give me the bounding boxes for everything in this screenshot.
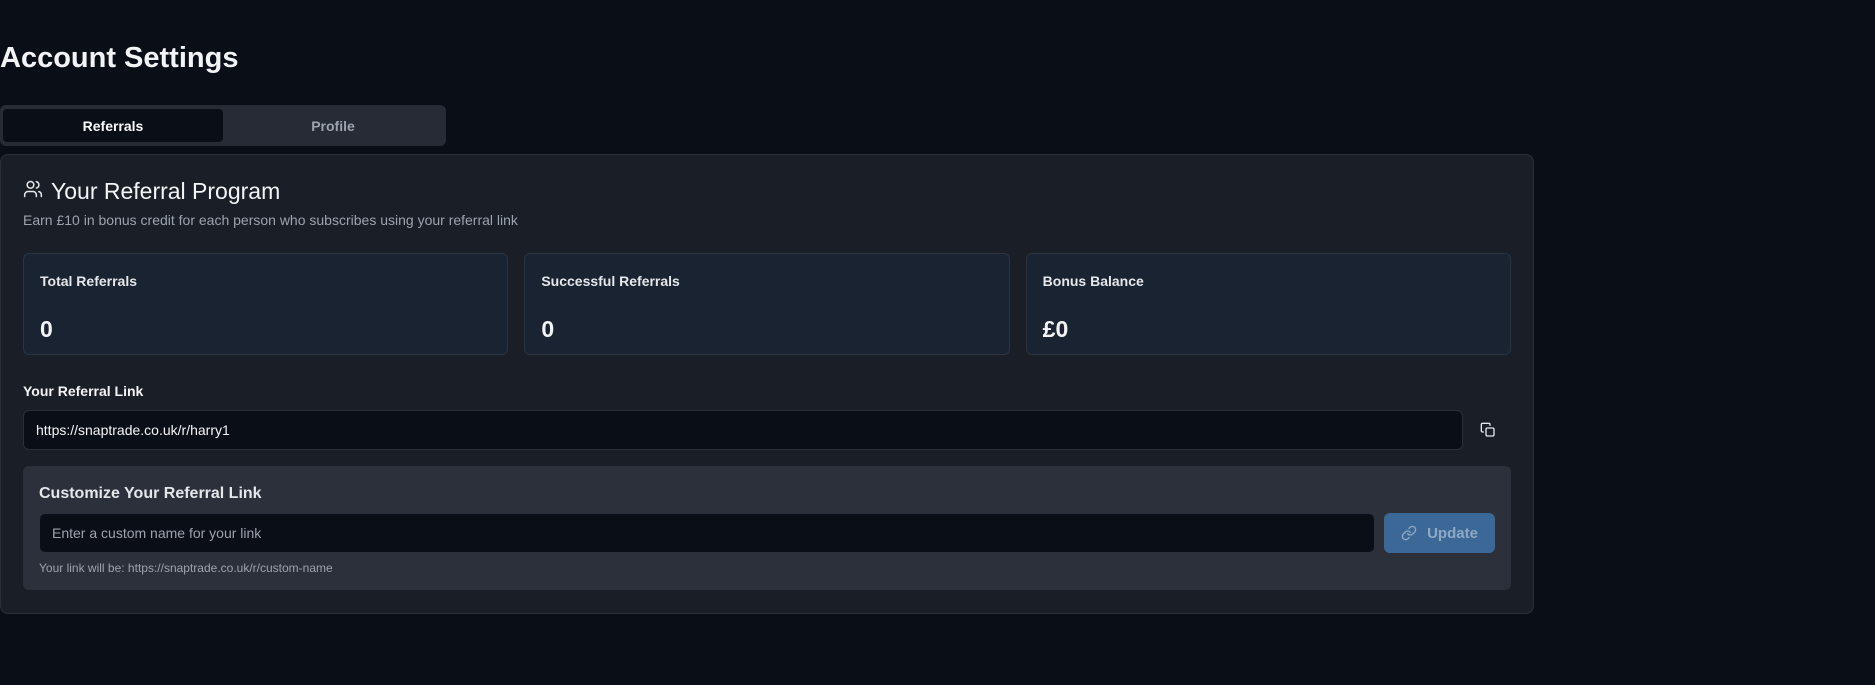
users-icon: [23, 179, 43, 204]
stat-label: Bonus Balance: [1042, 273, 1144, 289]
copy-icon: [1480, 422, 1496, 438]
stat-label: Successful Referrals: [541, 273, 680, 289]
stat-value: 0: [40, 316, 53, 342]
customize-title: Customize Your Referral Link: [39, 485, 262, 502]
referral-link-field[interactable]: https://snaptrade.co.uk/r/harry1: [23, 410, 1463, 450]
custom-name-input[interactable]: [39, 513, 1375, 553]
stat-successful-referrals: Successful Referrals 0: [524, 253, 1010, 355]
stat-value: £0: [1042, 316, 1069, 342]
copy-link-button[interactable]: [1471, 413, 1505, 447]
card-title: Your Referral Program: [51, 178, 281, 204]
settings-tabs: Referrals Profile: [0, 105, 446, 146]
tab-referrals[interactable]: Referrals: [3, 109, 223, 142]
referral-stats: Total Referrals 0 Successful Referrals 0…: [23, 253, 1511, 355]
customize-link-section: Customize Your Referral Link Update Your…: [23, 466, 1511, 590]
referral-program-card: Your Referral Program Earn £10 in bonus …: [0, 154, 1534, 614]
update-button[interactable]: Update: [1384, 513, 1495, 553]
tab-profile[interactable]: Profile: [223, 109, 443, 142]
card-header: Your Referral Program: [23, 178, 280, 205]
stat-bonus-balance: Bonus Balance £0: [1025, 253, 1511, 355]
card-subtitle: Earn £10 in bonus credit for each person…: [23, 212, 518, 228]
link-icon: [1401, 525, 1417, 541]
stat-value: 0: [541, 316, 555, 342]
link-preview-hint: Your link will be: https://snaptrade.co.…: [39, 561, 333, 575]
referral-link-label: Your Referral Link: [23, 383, 144, 399]
page-title: Account Settings: [0, 42, 239, 74]
account-settings-page: Account Settings Referrals Profile Your …: [0, 0, 1875, 685]
stat-total-referrals: Total Referrals 0: [23, 253, 509, 355]
stat-label: Total Referrals: [40, 273, 137, 289]
update-button-label: Update: [1427, 524, 1478, 542]
